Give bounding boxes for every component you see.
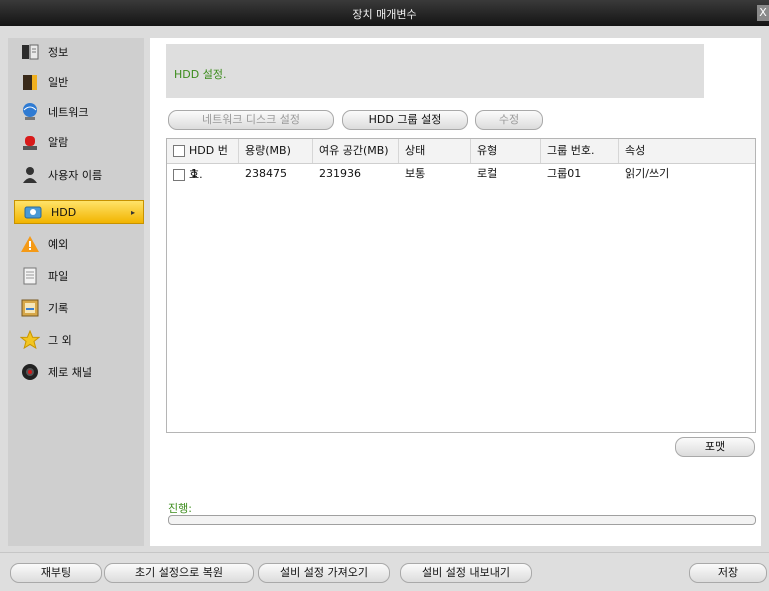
network-globe-icon [20,102,40,122]
close-button[interactable]: X [757,5,769,21]
sidebar-item-hdd[interactable]: HDD ▸ [14,200,144,224]
hdd-settings-header: HDD 설정. [166,44,704,98]
sidebar-item-label: HDD [51,205,77,219]
table-header: HDD 번호. 용량(MB) 여유 공간(MB) 상태 유형 그룹 번호. 속성 [167,139,755,181]
record-icon [20,298,40,318]
sidebar-item-label: 제로 채널 [48,366,92,379]
modify-button[interactable]: 수정 [475,110,543,130]
save-button[interactable]: 저장 [689,563,767,583]
import-config-button[interactable]: 설비 설정 가져오기 [258,563,390,583]
cell-group-no: 그룹01 [547,167,582,180]
sidebar-item-record[interactable]: 기록 [12,296,144,320]
sidebar-item-label: 파일 [48,270,69,283]
hdd-group-settings-button[interactable]: HDD 그룹 설정 [342,110,468,130]
general-door-icon [20,72,40,92]
sidebar-item-label: 정보 [48,46,69,59]
select-all-checkbox[interactable] [173,145,185,157]
user-icon [20,165,40,185]
title-bar: 장치 매개변수 X [0,0,769,26]
cell-capacity: 238475 [245,167,287,180]
sidebar-item-zero-channel[interactable]: 제로 채널 [12,360,144,384]
format-button[interactable]: 포맷 [675,437,755,457]
sidebar-item-label: 일반 [48,76,69,89]
cell-free-space: 231936 [319,167,361,180]
row-checkbox[interactable] [173,169,185,181]
column-capacity[interactable]: 용량(MB) [239,139,313,163]
sidebar-item-alarm[interactable]: 알람 [12,130,144,154]
column-status[interactable]: 상태 [399,139,471,163]
network-disk-settings-button[interactable]: 네트워크 디스크 설정 [168,110,334,130]
reboot-button[interactable]: 재부팅 [10,563,102,583]
sidebar-item-network[interactable]: 네트워크 [12,100,144,124]
sidebar-item-file[interactable]: 파일 [12,264,144,288]
sidebar-item-exception[interactable]: 예외 [12,232,144,256]
warning-icon [20,234,40,254]
star-icon [19,329,41,350]
window-title: 장치 매개변수 [352,8,417,21]
sidebar-item-user[interactable]: 사용자 이름 [12,163,144,187]
hdd-table: HDD 번호. 용량(MB) 여유 공간(MB) 상태 유형 그룹 번호. 속성… [166,138,756,433]
sidebar-item-label: 네트워크 [48,106,89,119]
column-property[interactable]: 속성 [619,139,755,163]
sidebar-item-label: 예외 [48,238,69,251]
sidebar-item-label: 그 외 [48,334,72,347]
sidebar-item-general[interactable]: 일반 [12,70,144,94]
alarm-light-icon [20,132,40,152]
hdd-icon [23,202,43,222]
sidebar-item-label: 알람 [48,136,69,149]
file-icon [20,266,40,286]
progress-label: 진행: [168,502,192,515]
cell-type: 로컬 [477,167,498,180]
column-group-no[interactable]: 그룹 번호. [541,139,619,163]
cell-status: 보통 [405,167,426,180]
cell-property: 읽기/쓰기 [625,167,670,180]
restore-default-button[interactable]: 초기 설정으로 복원 [104,563,254,583]
chevron-right-icon: ▸ [130,207,135,217]
sidebar-item-label: 사용자 이름 [48,169,103,182]
sidebar-item-other[interactable]: 그 외 [12,328,144,352]
table-row[interactable]: 1 238475 231936 보통 로컬 그룹01 읽기/쓰기 [167,163,755,185]
cell-hdd-no: 1 [191,167,198,180]
sidebar-item-info[interactable]: 정보 [12,40,144,64]
sidebar-item-label: 기록 [48,302,69,315]
page-title: HDD 설정. [174,68,227,81]
column-type[interactable]: 유형 [471,139,541,163]
close-icon: X [759,6,767,19]
info-book-icon [20,42,40,62]
export-config-button[interactable]: 설비 설정 내보내기 [400,563,532,583]
column-free-space[interactable]: 여유 공간(MB) [313,139,399,163]
camera-icon [20,362,40,382]
progress-bar [168,515,756,525]
